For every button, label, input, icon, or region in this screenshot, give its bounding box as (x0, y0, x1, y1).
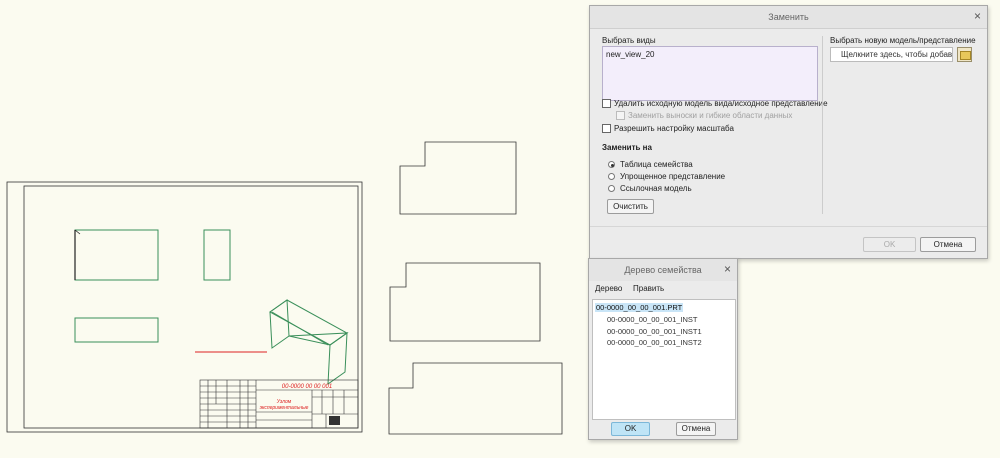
radio-simplified-rep[interactable] (608, 173, 615, 180)
radio-reference-model[interactable] (608, 185, 615, 192)
delete-original-checkbox[interactable] (602, 99, 611, 108)
frame-3 (388, 362, 563, 435)
option-reference-model: Ссылочная модель (620, 184, 692, 193)
family-tree-titlebar[interactable]: Дерево семейства × (589, 259, 737, 282)
folder-open-icon[interactable] (957, 47, 972, 62)
option-simplified-rep: Упрощенное представление (620, 172, 726, 181)
option-family-table: Таблица семейства (620, 160, 693, 169)
radio-family-table[interactable] (608, 161, 615, 168)
footer-separator (590, 226, 987, 227)
side-view[interactable] (203, 229, 231, 281)
tree-node-inst1[interactable]: 00-0000_00_00_001_INST1 (607, 327, 702, 336)
new-model-field[interactable]: Щелкните здесь, чтобы добавить (830, 47, 953, 62)
tree-root-node[interactable]: 00-0000_00_00_001.PRT (595, 303, 684, 312)
title-block-name-2: экспериментальные (260, 405, 309, 411)
replace-dialog: Заменить × Выбрать виды new_view_20 Удал… (589, 5, 988, 259)
select-views-label: Выбрать виды (602, 36, 656, 45)
replace-dialog-titlebar[interactable]: Заменить × (590, 6, 987, 29)
replace-dialog-title: Заменить (768, 12, 809, 22)
allow-scale-checkbox[interactable] (602, 124, 611, 133)
top-view[interactable] (74, 317, 159, 343)
family-tree-menubar: Дерево Править (589, 281, 737, 296)
front-view[interactable] (74, 229, 159, 281)
selected-view[interactable]: new_view_20 (606, 50, 654, 59)
tree-cancel-button[interactable]: Отмена (676, 422, 716, 436)
new-model-label: Выбрать новую модель/представление (830, 36, 976, 45)
close-icon[interactable]: × (724, 262, 731, 276)
clear-button[interactable]: Очистить (607, 199, 654, 214)
family-tree-view[interactable]: 00-0000_00_00_001.PRT 00-0000_00_00_001_… (592, 299, 736, 420)
frame-1 (399, 141, 517, 215)
family-tree-title: Дерево семейства (624, 265, 702, 275)
menu-edit[interactable]: Править (633, 284, 664, 293)
close-icon[interactable]: × (974, 9, 981, 23)
ok-button[interactable]: OK (863, 237, 916, 252)
sheet-outer-frame (6, 181, 363, 433)
replace-callouts-label: Заменить выноски и гибкие области данных (628, 111, 793, 120)
menu-tree[interactable]: Дерево (595, 284, 622, 293)
cancel-button[interactable]: Отмена (920, 237, 976, 252)
delete-original-label: Удалить исходную модель вида/исходное пр… (614, 99, 828, 108)
frame-2 (389, 262, 541, 342)
tree-node-inst2[interactable]: 00-0000_00_00_001_INST2 (607, 338, 702, 347)
isometric-view[interactable] (269, 299, 349, 386)
allow-scale-label: Разрешить настройку масштаба (614, 124, 734, 133)
replace-with-label: Заменить на (602, 143, 652, 152)
sheet-inner-frame (23, 185, 359, 429)
views-list[interactable]: new_view_20 (602, 46, 818, 101)
tree-ok-button[interactable]: OK (611, 422, 650, 436)
title-block-number: 00-0000 00 00 001 (282, 384, 332, 390)
vertical-separator (822, 36, 823, 214)
tree-node-inst[interactable]: 00-0000_00_00_001_INST (607, 315, 698, 324)
family-tree-dialog: Дерево семейства × Дерево Править 00-000… (588, 258, 738, 440)
replace-callouts-checkbox[interactable] (616, 111, 625, 120)
